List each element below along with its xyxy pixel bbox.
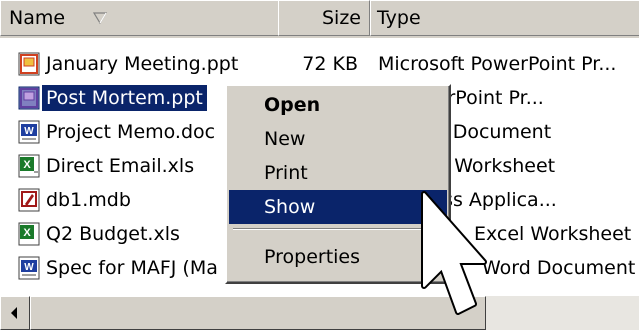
menu-item-show-label: Show: [264, 196, 316, 218]
mouse-cursor-icon: [421, 191, 487, 315]
column-header-size-label: Size: [321, 7, 361, 29]
file-size: 72 KB: [302, 53, 358, 75]
scroll-left-button[interactable]: [0, 296, 30, 330]
column-header-name-label: Name: [9, 7, 66, 29]
file-name: db1.mdb: [46, 189, 131, 211]
access-file-icon: [18, 188, 40, 212]
menu-item-print[interactable]: Print: [229, 156, 447, 190]
svg-text:X: X: [23, 227, 31, 239]
file-name: January Meeting.ppt: [46, 53, 239, 75]
excel-file-icon: X: [18, 222, 40, 246]
sort-descending-icon: [93, 12, 107, 24]
file-type: Word Document: [482, 257, 636, 279]
column-header-type[interactable]: Type: [370, 0, 639, 36]
file-list-window: Name Size Type January Meeting.ppt 72 KB…: [0, 0, 639, 330]
menu-item-new-label: New: [264, 128, 306, 150]
svg-text:W: W: [24, 126, 34, 137]
excel-file-icon: X: [18, 154, 40, 178]
menu-item-open[interactable]: Open: [229, 88, 447, 122]
word-file-icon: W: [18, 120, 40, 144]
menu-item-new[interactable]: New: [229, 122, 447, 156]
column-header-bar: Name Size Type: [0, 0, 639, 38]
menu-item-print-label: Print: [264, 162, 308, 184]
file-name: Post Mortem.ppt: [42, 85, 207, 111]
menu-item-open-label: Open: [264, 94, 321, 116]
menu-item-properties[interactable]: Properties: [229, 240, 447, 274]
horizontal-scrollbar[interactable]: [0, 296, 639, 330]
word-file-icon: W: [18, 256, 40, 280]
column-header-size[interactable]: Size: [278, 0, 370, 36]
file-type: Microsoft PowerPoint Pr...: [378, 53, 617, 75]
powerpoint-file-icon: [18, 52, 40, 76]
scroll-left-arrow-icon: [11, 307, 17, 319]
svg-text:X: X: [23, 159, 31, 171]
powerpoint-file-icon: [18, 86, 40, 110]
file-row[interactable]: January Meeting.ppt 72 KB Microsoft Powe…: [0, 47, 639, 81]
file-name: Q2 Budget.xls: [46, 223, 180, 245]
file-name: Spec for MAFJ (Ma: [46, 257, 218, 279]
menu-item-show[interactable]: Show: [229, 190, 447, 224]
menu-separator: [233, 228, 443, 230]
menu-item-properties-label: Properties: [264, 246, 361, 268]
file-name: Direct Email.xls: [46, 155, 195, 177]
svg-text:W: W: [24, 262, 34, 273]
file-name: Project Memo.doc: [46, 121, 216, 143]
column-header-type-label: Type: [377, 7, 421, 29]
